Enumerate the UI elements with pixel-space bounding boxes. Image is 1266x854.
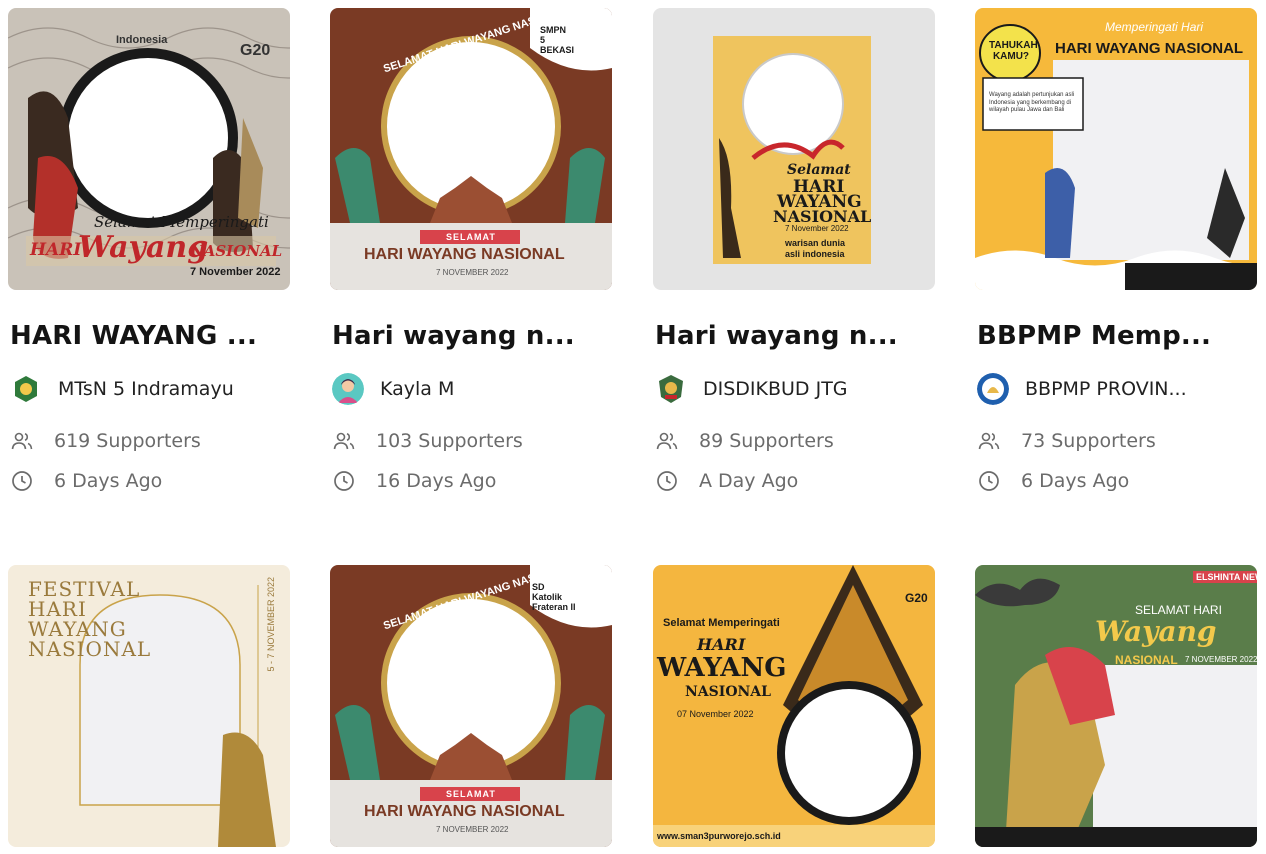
supporters-count: 73 Supporters (1021, 430, 1156, 452)
thumb-line1: HARI (30, 240, 82, 260)
campaign-thumbnail[interactable]: Selamat Memperingati HARI Wayang NASIONA… (8, 8, 290, 290)
users-icon (11, 432, 33, 450)
thumb-date: 7 November 2022 (190, 266, 281, 278)
thumb-line2: NASIONAL (1115, 653, 1178, 667)
thumb-line1: HARI (697, 635, 746, 654)
users-icon (333, 432, 355, 450)
thumb-line1: Wayang (1095, 615, 1217, 648)
avatar (332, 373, 364, 405)
thumb-info: Wayang adalah pertunjukan asli Indonesia… (989, 92, 1075, 113)
thumb-line1: HARI WAYANG NASIONAL (364, 246, 565, 263)
thumb-line0: Selamat (787, 162, 851, 178)
thumb-ribbon: SELAMAT (446, 789, 496, 799)
campaign-card-6[interactable]: SELAMAT HARI WAYANG NASIONAL 2022 SELAMA… (330, 565, 612, 847)
campaign-title[interactable]: Hari wayang n... (332, 321, 575, 351)
campaign-card-8[interactable]: ELSHINTA NEWS SELAMAT HARI Wayang NASION… (975, 565, 1257, 847)
users-icon (978, 432, 1000, 450)
thumb-line1: HARI WAYANG NASIONAL (364, 803, 565, 820)
creator-link[interactable]: Kayla M (332, 373, 454, 405)
campaign-title[interactable]: BBPMP Memp... (977, 321, 1211, 351)
users-icon (656, 432, 678, 450)
time-ago: A Day Ago (699, 470, 799, 492)
time-ago: 16 Days Ago (376, 470, 497, 492)
supporters-count: 89 Supporters (699, 430, 834, 452)
creator-name: BBPMP PROVIN... (1025, 378, 1187, 400)
thumb-school: SMPN 5 BEKASI (540, 25, 575, 55)
thumb-footer: warisan dunia (785, 238, 846, 248)
campaign-thumbnail[interactable]: TAHUKAH KAMU? Memperingati Hari HARI WAY… (975, 8, 1257, 290)
clock-icon (334, 471, 354, 491)
thumb-ribbon: SELAMAT (446, 232, 496, 242)
supporters-row: 103 Supporters (332, 428, 523, 454)
time-row: 6 Days Ago (977, 468, 1129, 494)
campaign-thumbnail[interactable]: Selamat HARI WAYANG NASIONAL 7 November … (653, 8, 935, 290)
avatar (10, 373, 42, 405)
campaign-thumbnail[interactable]: SELAMAT HARI WAYANG NASIONAL 2022 SELAMA… (330, 565, 612, 847)
campaign-thumbnail[interactable]: SELAMAT HARI WAYANG NASIONAL 2022 SELAMA… (330, 8, 612, 290)
time-ago: 6 Days Ago (54, 470, 163, 492)
campaign-title[interactable]: HARI WAYANG ... (10, 321, 257, 351)
campaign-thumbnail[interactable]: FESTIVAL HARI WAYANG NASIONAL 5 - 7 NOVE… (8, 565, 290, 847)
thumb-line3: NASIONAL (190, 242, 283, 260)
creator-name: MTsN 5 Indramayu (58, 378, 234, 400)
supporters-row: 619 Supporters (10, 428, 201, 454)
campaign-card-2[interactable]: SELAMAT HARI WAYANG NASIONAL 2022 SELAMA… (330, 8, 612, 492)
supporters-count: 103 Supporters (376, 430, 523, 452)
campaign-card-5[interactable]: FESTIVAL HARI WAYANG NASIONAL 5 - 7 NOVE… (8, 565, 290, 847)
thumb-date: 07 November 2022 (677, 709, 754, 719)
twibbon-frame-image (653, 565, 935, 847)
campaign-card-4[interactable]: TAHUKAH KAMU? Memperingati Hari HARI WAY… (975, 8, 1257, 492)
thumb-top-text: Selamat Memperingati (94, 213, 269, 231)
thumb-brand: ELSHINTA NEWS (1193, 571, 1257, 583)
campaign-thumbnail[interactable]: ELSHINTA NEWS SELAMAT HARI Wayang NASION… (975, 565, 1257, 847)
thumb-line2: WAYANG (657, 653, 787, 683)
creator-name: DISDIKBUD JTG (703, 378, 848, 400)
creator-link[interactable]: DISDIKBUD JTG (655, 373, 848, 405)
thumb-line1: HARI WAYANG NASIONAL (1055, 40, 1244, 57)
thumb-top-script: Memperingati Hari (1105, 20, 1204, 34)
creator-name: Kayla M (380, 378, 455, 400)
campaign-card-7[interactable]: Selamat Memperingati HARI WAYANG NASIONA… (653, 565, 935, 847)
clock-icon (657, 471, 677, 491)
time-row: A Day Ago (655, 468, 798, 494)
supporters-row: 89 Supporters (655, 428, 834, 454)
thumb-line3: NASIONAL (685, 684, 772, 700)
thumb-school: SD Katolik Frateran II (532, 582, 576, 612)
campaign-thumbnail[interactable]: Selamat Memperingati HARI WAYANG NASIONA… (653, 565, 935, 847)
time-row: 6 Days Ago (10, 468, 162, 494)
thumb-date: 7 NOVEMBER 2022 (1185, 655, 1257, 664)
thumb-badge: G20 (905, 591, 928, 605)
thumb-badge: Indonesia (116, 34, 168, 46)
clock-icon (12, 471, 32, 491)
supporters-row: 73 Supporters (977, 428, 1156, 454)
thumb-footer: asli indonesia (785, 249, 845, 259)
supporters-count: 619 Supporters (54, 430, 201, 452)
thumb-date: 5 - 7 NOVEMBER 2022 (266, 577, 276, 672)
avatar (655, 373, 687, 405)
time-row: 16 Days Ago (332, 468, 496, 494)
avatar (977, 373, 1009, 405)
thumb-line4: NASIONAL (28, 637, 152, 661)
thumb-date: 7 NOVEMBER 2022 (436, 268, 509, 277)
thumb-line2: Wayang (78, 230, 209, 265)
clock-icon (979, 471, 999, 491)
creator-link[interactable]: MTsN 5 Indramayu (10, 373, 234, 405)
creator-link[interactable]: BBPMP PROVIN... (977, 373, 1187, 405)
thumb-date: 7 NOVEMBER 2022 (436, 825, 509, 834)
thumb-bubble: TAHUKAH KAMU? (989, 40, 1038, 62)
thumb-date: 7 November 2022 (785, 224, 849, 233)
time-ago: 6 Days Ago (1021, 470, 1130, 492)
thumb-url: www.sman3purworejo.sch.id (657, 831, 781, 841)
thumb-line0: Selamat Memperingati (663, 617, 780, 629)
campaign-card-3[interactable]: Selamat HARI WAYANG NASIONAL 7 November … (653, 8, 935, 492)
campaign-title[interactable]: Hari wayang n... (655, 321, 898, 351)
thumb-badge: G20 (240, 42, 271, 59)
campaign-card-1[interactable]: Selamat Memperingati HARI Wayang NASIONA… (8, 8, 290, 492)
